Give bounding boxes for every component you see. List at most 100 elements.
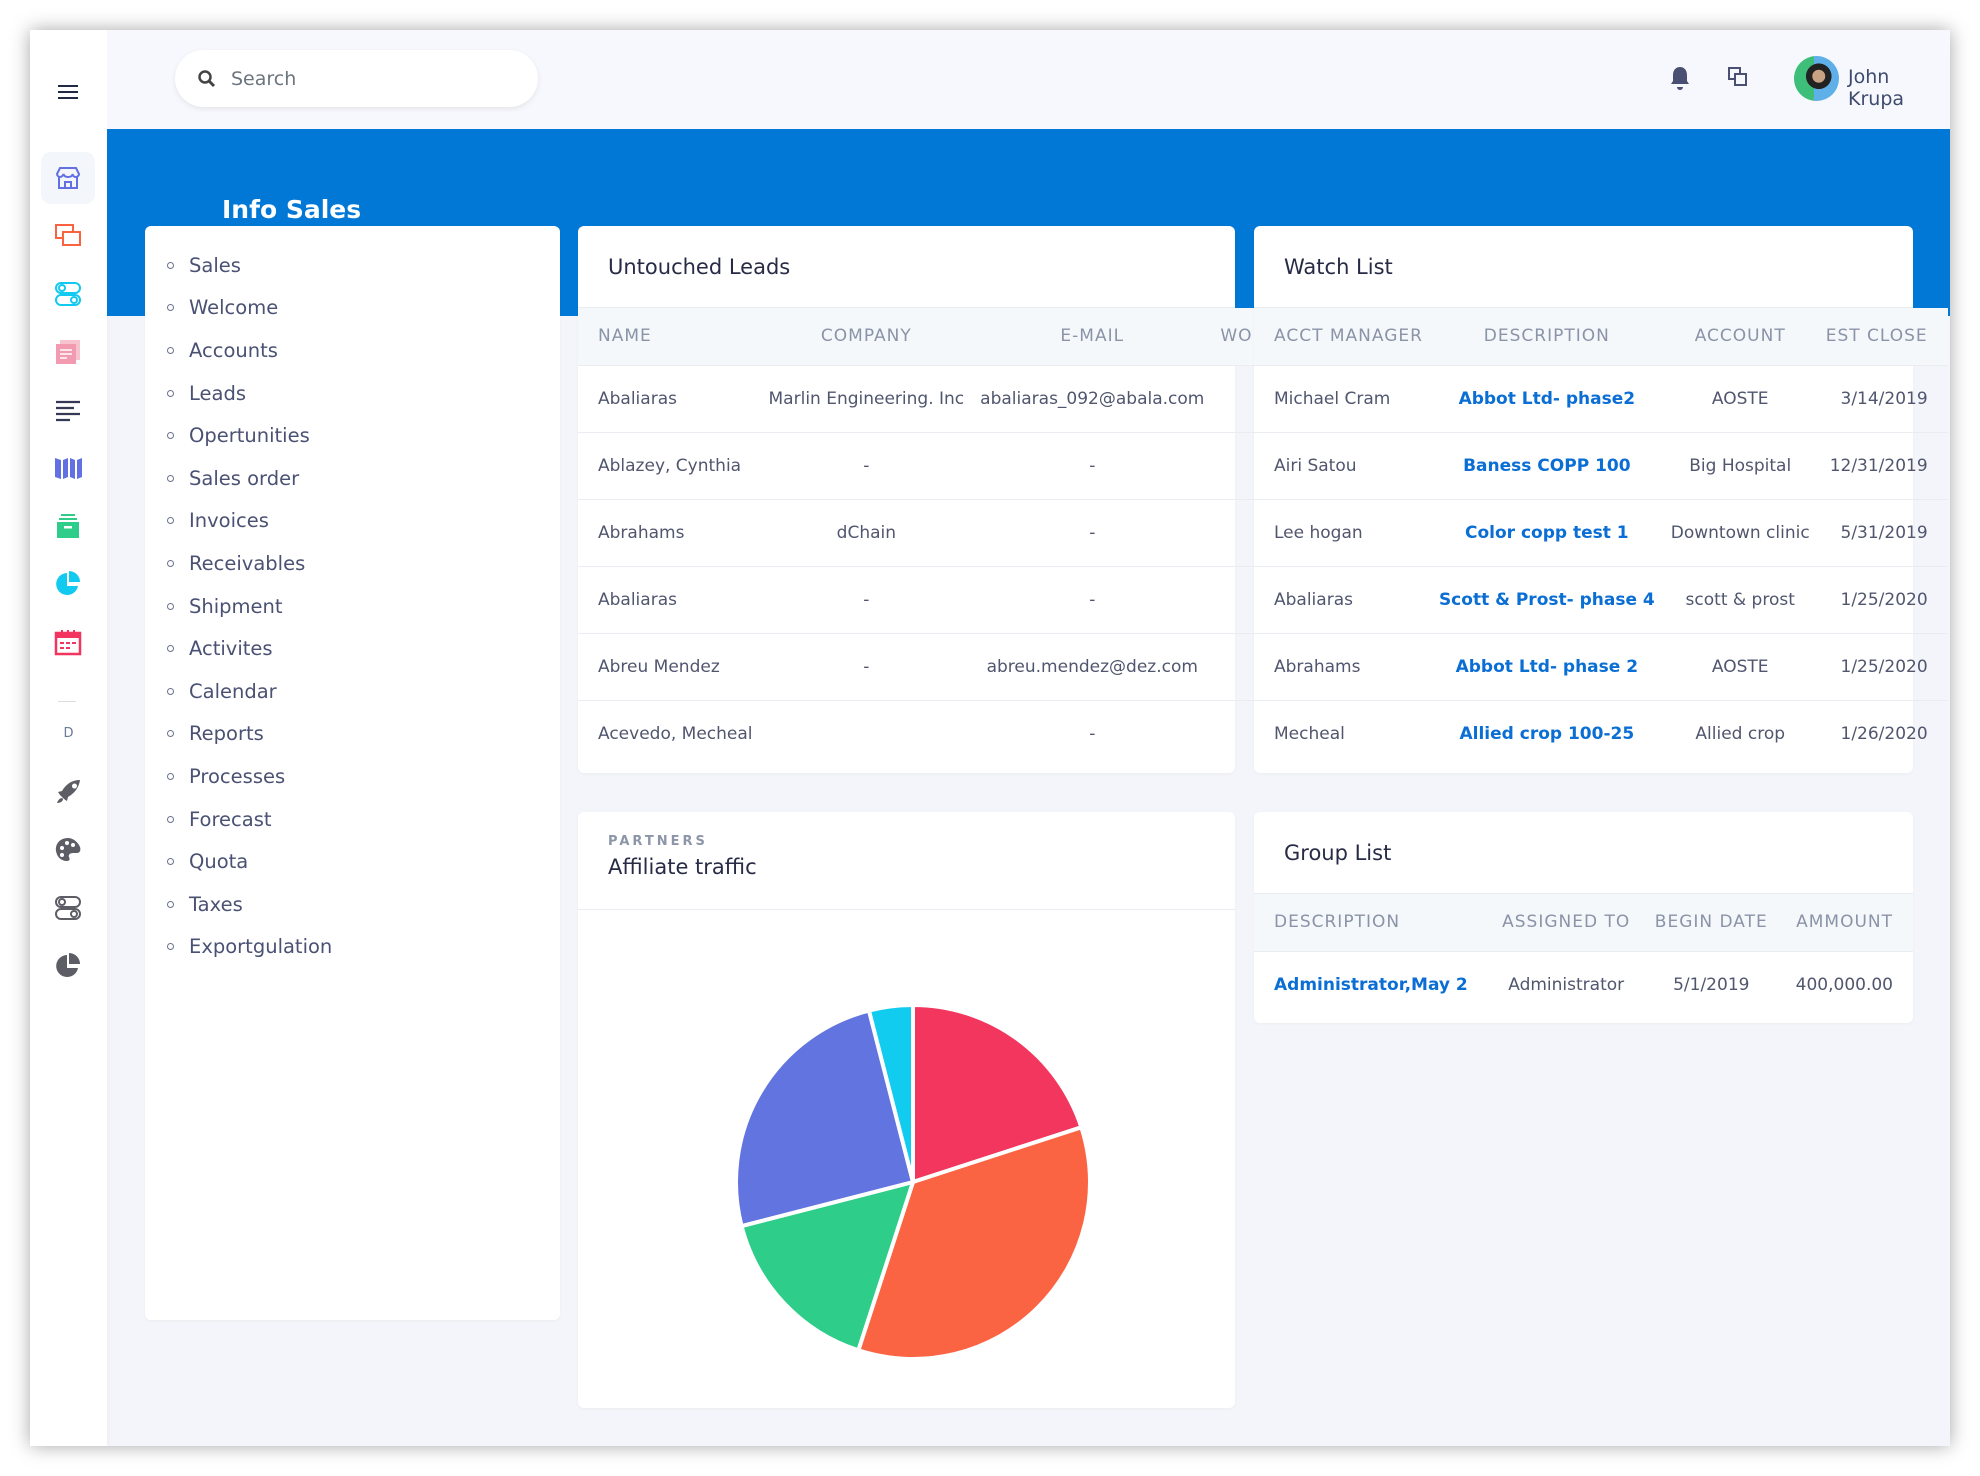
menu-item-accounts[interactable]: Accounts (145, 329, 560, 372)
column-header[interactable]: E-mail (972, 308, 1213, 366)
affiliate-traffic-card: PARTNERS Affiliate traffic (578, 812, 1235, 1408)
menu-item-reports[interactable]: Reports (145, 713, 560, 756)
menu-item-label: Invoices (189, 509, 269, 533)
column-header[interactable]: Acct Manager (1254, 308, 1431, 366)
menu-icon[interactable] (41, 66, 95, 118)
table-row[interactable]: Abreu Mendez-abreu.mendez@dez.com- (578, 633, 1369, 701)
toggles-icon[interactable] (41, 268, 95, 320)
table-row[interactable]: Abaliaras Marlin Engineering. Inc abaliara… (578, 365, 1369, 433)
row-link[interactable]: Abbot Ltd- phase2 (1430, 365, 1663, 433)
menu-item-label: Shipment (189, 594, 283, 618)
column-header[interactable]: Assigned To (1489, 894, 1643, 952)
table-cell: Administrator (1508, 974, 1625, 995)
table-row[interactable]: Abaliaras Scott & Prost- phase 4 scott & p… (1254, 566, 1948, 634)
menu-item-label: Activites (189, 637, 273, 661)
table-cell: Downtown clinic (1662, 499, 1818, 567)
row-link[interactable]: Baness COPP 100 (1430, 432, 1663, 500)
table-row[interactable]: Airi Satou Baness COPP 100 Big Hospital 12/… (1254, 432, 1948, 500)
table-row[interactable]: Ablazey, Cynthia--- (578, 432, 1369, 500)
column-header[interactable]: Description (1254, 894, 1490, 952)
menu-item-label: Sales order (189, 466, 300, 490)
menu-item-label: Leads (189, 381, 247, 405)
calendar-icon[interactable] (41, 616, 95, 668)
row-link[interactable]: Allied crop 100-25 (1431, 700, 1663, 767)
search-icon (198, 69, 216, 87)
menu-item-leads[interactable]: Leads (145, 372, 560, 415)
table-row[interactable]: Abaliaras--- (578, 566, 1369, 634)
palette-icon[interactable] (41, 824, 95, 876)
table-row[interactable]: Lee hogan Color copp test 1 Downtown clini… (1254, 499, 1948, 567)
store-icon[interactable] (41, 152, 95, 204)
table-cell: 1/26/2020 (1840, 723, 1928, 744)
menu-item-opertunities[interactable]: Opertunities (145, 414, 560, 457)
table-row[interactable]: Mecheal Allied crop 100-25 Allied crop 1/26… (1254, 700, 1948, 767)
table-cell: Abaliaras (578, 566, 761, 634)
table-row[interactable]: Michael Cram Abbot Ltd- phase2 AOSTE 3/14/2… (1254, 365, 1948, 433)
column-header[interactable]: Name (578, 308, 761, 366)
bell-icon[interactable] (1668, 65, 1692, 91)
bullet-icon (167, 900, 174, 908)
archive-icon[interactable] (41, 500, 95, 552)
table-row[interactable]: AbrahamsdChain-- (578, 499, 1369, 567)
menu-item-quota[interactable]: Quota (145, 840, 560, 883)
table-cell: 5/1/2019 (1673, 974, 1750, 995)
pie-chart-icon[interactable] (41, 940, 95, 992)
table-cell: 1/25/2020 (1817, 566, 1948, 634)
search-box[interactable] (175, 50, 538, 107)
table-row[interactable]: Administrator,May 2 Administrator 5/1/2019… (1254, 951, 1913, 1018)
row-link[interactable]: Abbot Ltd- phase 2 (1430, 633, 1663, 701)
rocket-icon[interactable] (41, 766, 95, 818)
row-link[interactable]: Color copp test 1 (1430, 499, 1663, 567)
menu-item-shipment[interactable]: Shipment (145, 585, 560, 628)
map-icon[interactable] (41, 442, 95, 494)
menu-item-forecast[interactable]: Forecast (145, 798, 560, 841)
column-header[interactable]: Company (760, 308, 973, 366)
column-header[interactable]: Description (1430, 308, 1663, 366)
menu-item-receivables[interactable]: Receivables (145, 542, 560, 585)
menu-item-label: Receivables (189, 551, 306, 575)
menu-item-invoices[interactable]: Invoices (145, 500, 560, 543)
menu-item-sales-order[interactable]: Sales order (145, 457, 560, 500)
card-title: Group List (1254, 812, 1913, 894)
table-cell: Abrahams (1254, 633, 1431, 701)
table-cell: scott & prost (1662, 566, 1818, 634)
table-row[interactable]: Acevedo, Mecheal-- (578, 700, 1369, 767)
menu-item-label: Reports (189, 722, 264, 746)
column-header[interactable]: Account (1662, 308, 1818, 366)
bullet-icon (167, 304, 174, 312)
table-cell: 5/31/2019 (1817, 499, 1948, 567)
menu-item-exportgulation[interactable]: Exportgulation (145, 926, 560, 969)
column-header[interactable]: Est Close (1817, 308, 1948, 366)
pie-chart-icon[interactable] (41, 558, 95, 610)
row-link[interactable]: Administrator,May 2 (1254, 951, 1490, 1018)
table-cell: - (760, 566, 973, 634)
menu-item-welcome[interactable]: Welcome (145, 287, 560, 330)
menu-item-sales[interactable]: Sales (145, 244, 560, 287)
menu-item-activites[interactable]: Activites (145, 627, 560, 670)
sidebar: D (30, 30, 107, 1446)
user-name[interactable]: John Krupa (1848, 66, 1950, 110)
search-input[interactable] (231, 67, 481, 90)
table-cell: Airi Satou (1254, 432, 1431, 500)
column-header[interactable]: Ammount (1779, 894, 1913, 952)
column-header[interactable]: Begin Date (1642, 894, 1780, 952)
table-cell: Marlin Engineering. Inc (760, 365, 973, 433)
windows-icon[interactable] (1727, 66, 1749, 88)
table-cell: 400,000.00 (1795, 974, 1893, 995)
menu-item-calendar[interactable]: Calendar (145, 670, 560, 713)
row-link[interactable]: Scott & Prost- phase 4 (1430, 566, 1663, 634)
menu-item-processes[interactable]: Processes (145, 755, 560, 798)
menu-item-taxes[interactable]: Taxes (145, 883, 560, 926)
table-cell: 12/31/2019 (1817, 432, 1948, 500)
windows-icon[interactable] (41, 210, 95, 262)
text-align-icon[interactable] (41, 384, 95, 436)
watch-list-card: Watch List Acct Manager Description Accoun… (1254, 226, 1948, 773)
avatar[interactable] (1794, 56, 1839, 101)
toggles-icon[interactable] (41, 882, 95, 934)
table-cell: - (972, 499, 1213, 567)
table-cell: AOSTE (1662, 365, 1818, 433)
bullet-icon (167, 261, 174, 269)
table-row[interactable]: Abrahams Abbot Ltd- phase 2 AOSTE 1/25/2020 (1254, 633, 1948, 701)
documents-icon[interactable] (41, 326, 95, 378)
table-cell: AOSTE (1662, 633, 1818, 701)
